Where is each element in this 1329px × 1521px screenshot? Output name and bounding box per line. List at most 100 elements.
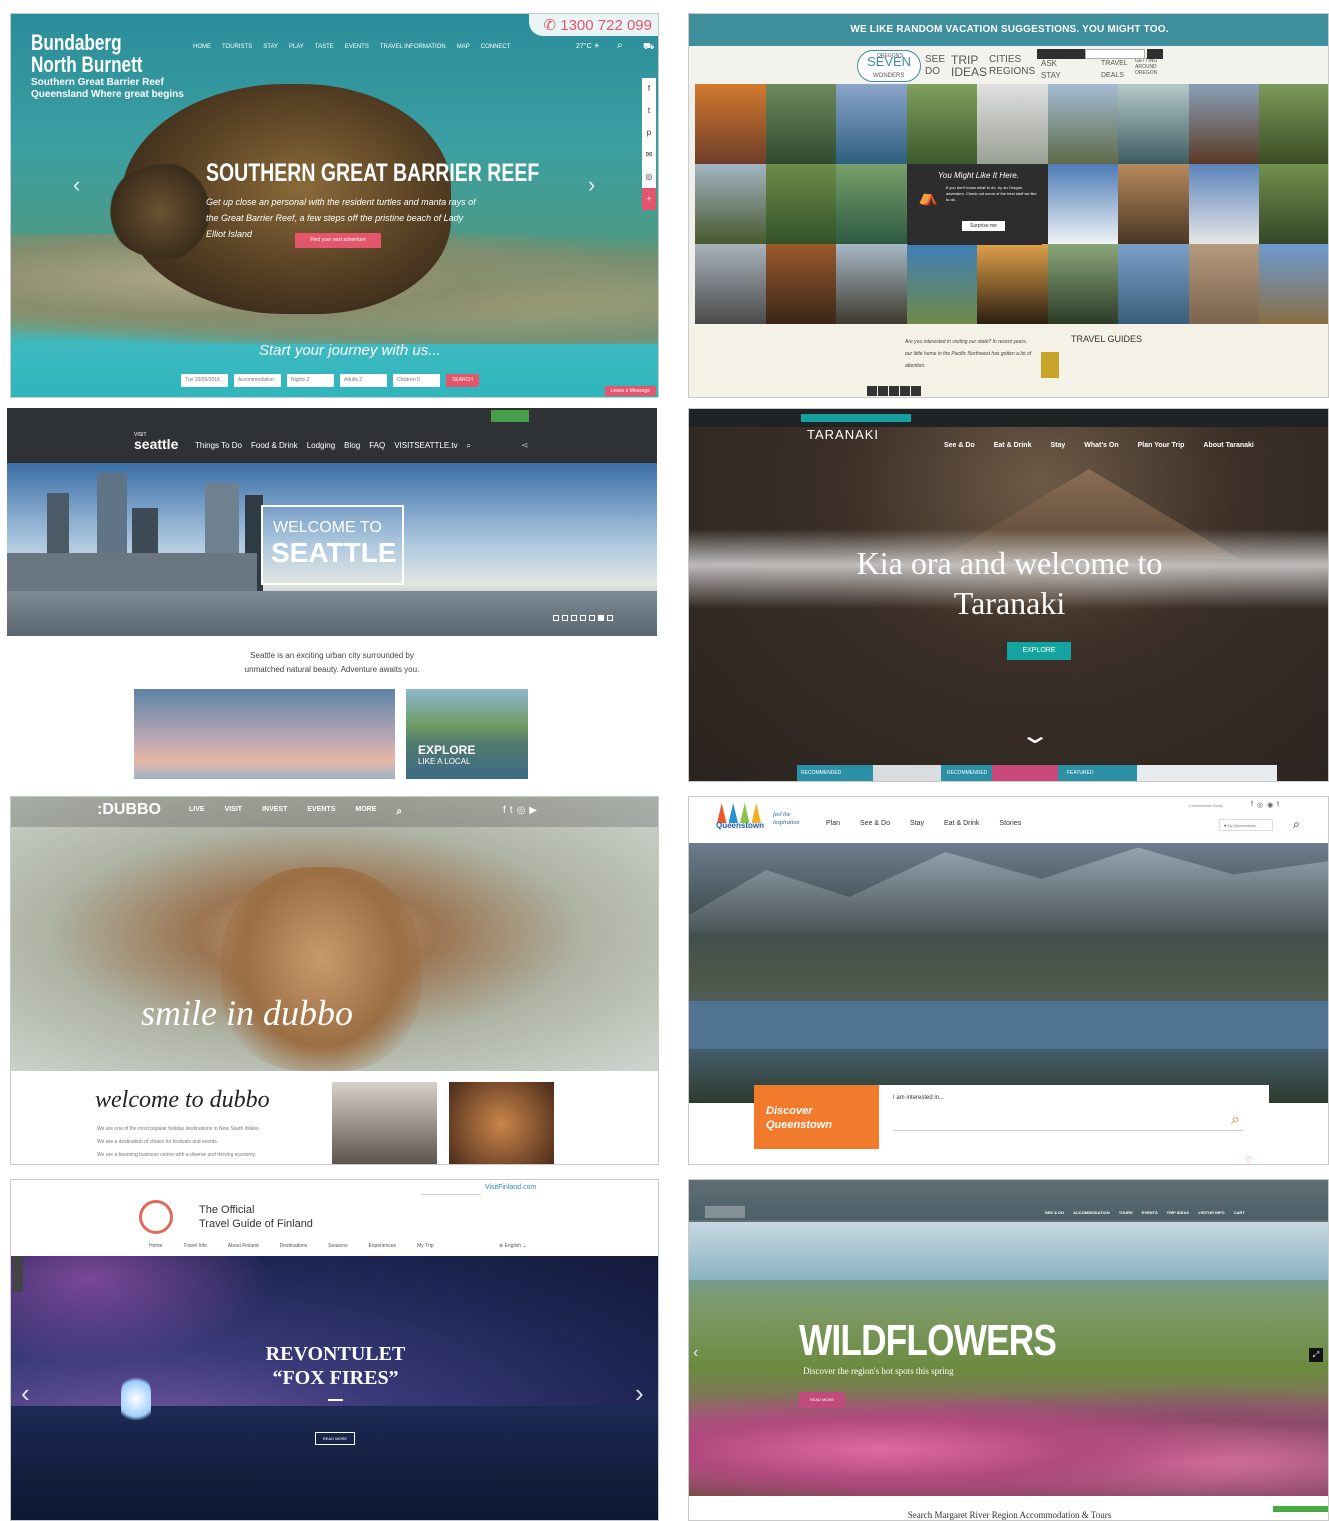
leave-message-button[interactable]: Leave a Message [604, 386, 656, 396]
nav-whats-on[interactable]: What's On [1084, 442, 1118, 449]
photo-tile[interactable] [1118, 84, 1189, 164]
twitter-icon[interactable]: t [1277, 801, 1279, 809]
nav-stay[interactable]: Stay [910, 820, 924, 827]
youtube-icon[interactable]: ▶ [529, 805, 537, 816]
cart-icon[interactable]: ⛟ [643, 41, 654, 53]
twitter-icon[interactable]: t [510, 805, 513, 816]
seaplane-photo[interactable] [134, 689, 395, 779]
nav-live[interactable]: LIVE [189, 806, 205, 817]
interest-input[interactable] [893, 1113, 1243, 1131]
nav-see-do[interactable]: See & Do [860, 820, 890, 827]
carousel-next-icon[interactable]: › [588, 172, 595, 198]
photo-tile[interactable] [695, 84, 766, 164]
read-more-button[interactable]: READ MORE [315, 1432, 355, 1445]
nav-home[interactable]: HOME [193, 44, 211, 50]
photo-tile[interactable] [1259, 84, 1328, 164]
nav-travel-info[interactable]: Travel Info [183, 1243, 206, 1249]
card-image[interactable] [873, 765, 941, 781]
tag-recommended[interactable]: RECOMMENDED [947, 770, 987, 776]
search-icon[interactable]: ⌕ [1231, 1111, 1240, 1129]
photo-tile[interactable] [1118, 244, 1189, 324]
photo-tile[interactable] [1188, 164, 1259, 244]
carousel-dot[interactable] [571, 615, 577, 621]
nav-invest[interactable]: INVEST [262, 806, 287, 817]
photo-tile[interactable] [836, 84, 907, 164]
adventure-button[interactable]: Find your next adventure [295, 233, 381, 248]
tripadvisor-icon[interactable]: ◉ [1267, 801, 1273, 809]
search-icon[interactable]: ⌕ [617, 40, 623, 51]
nav-things-to-do[interactable]: Things To Do [195, 441, 242, 451]
surprise-me-button[interactable]: Surprise me [962, 221, 1005, 231]
nav-cart[interactable]: CART [1234, 1210, 1245, 1215]
seattle-logo[interactable]: seattle [134, 436, 178, 452]
photo-tile[interactable] [1047, 84, 1118, 164]
nav-plan[interactable]: Plan [826, 820, 840, 827]
carousel-dot[interactable] [580, 615, 586, 621]
photo-tile[interactable] [765, 244, 836, 324]
photo-tile[interactable] [765, 84, 836, 164]
chevron-down-icon[interactable]: ⌄ [1019, 721, 1051, 750]
photo-tile[interactable] [977, 244, 1048, 324]
nav-trip-ideas[interactable]: TRIP IDEAS [1167, 1210, 1189, 1215]
nav-accommodation[interactable]: ACCOMMODATION [1073, 1210, 1110, 1215]
queenstown-logo-mark[interactable] [717, 803, 761, 823]
margaret-logo[interactable] [705, 1206, 745, 1218]
nav-events[interactable]: EVENTS [307, 806, 335, 817]
my-queenstown-button[interactable]: ♥ My Queenstown [1219, 819, 1273, 831]
twitter-icon[interactable]: t [642, 100, 656, 122]
facebook-icon[interactable]: f [642, 78, 656, 100]
twitter-icon[interactable] [878, 386, 888, 396]
children-select[interactable]: Children 0 [393, 374, 440, 387]
photo-tile[interactable] [695, 164, 766, 244]
explore-local-tile[interactable]: EXPLORE LIKE A LOCAL [406, 689, 528, 779]
photo-tile[interactable] [1118, 164, 1189, 244]
carousel-dot[interactable] [562, 615, 568, 621]
instagram-icon[interactable] [911, 386, 921, 396]
nav-stay[interactable]: STAY [263, 44, 278, 50]
nav-home[interactable]: Home [149, 1243, 162, 1249]
nav-tours[interactable]: TOURS [1119, 1210, 1133, 1215]
nights-select[interactable]: Nights 2 [287, 374, 334, 387]
nav-tourists[interactable]: TOURISTS [222, 44, 252, 50]
nav-travel-information[interactable]: TRAVEL INFORMATION [380, 44, 446, 50]
nav-seasons[interactable]: Seasons [328, 1243, 347, 1249]
card-image[interactable] [1137, 765, 1277, 781]
share-icon[interactable]: ⋖ [521, 440, 529, 451]
photo-tile[interactable] [695, 244, 766, 324]
instagram-icon[interactable]: ◎ [517, 805, 526, 816]
carousel-dot[interactable] [607, 615, 613, 621]
nav-visitor-info[interactable]: VISITOR INFO [1198, 1210, 1225, 1215]
tag-featured[interactable]: FEATURED [1067, 770, 1094, 776]
plus-icon[interactable]: + [642, 188, 656, 210]
meetings-badge[interactable] [491, 410, 529, 422]
expand-icon[interactable]: ⤢ [1309, 1348, 1323, 1362]
carousel-prev-icon[interactable]: ‹ [693, 1344, 698, 1362]
nav-eat-drink[interactable]: Eat & Drink [994, 442, 1032, 449]
facebook-icon[interactable] [867, 386, 877, 396]
date-field[interactable]: Tue 20/09/2016 [181, 374, 228, 387]
carousel-dot[interactable] [553, 615, 559, 621]
photo-tile[interactable] [906, 84, 977, 164]
dubbo-logo[interactable]: :DUBBO [97, 801, 161, 819]
search-button[interactable]: SEARCH [446, 374, 479, 387]
tag-recommended[interactable]: RECOMMENDED [801, 770, 841, 776]
search-icon[interactable]: ⌕ [467, 441, 471, 451]
nav-events[interactable]: EVENTS [1142, 1210, 1158, 1215]
getting-around-link[interactable]: GETTING AROUND OREGON [1135, 58, 1165, 76]
carousel-prev-icon[interactable]: ‹ [73, 172, 80, 198]
read-more-button[interactable]: READ MORE [799, 1392, 845, 1408]
tripadvisor-icon[interactable]: ◎ [642, 166, 656, 188]
bundaberg-logo[interactable]: Bundaberg North Burnett [31, 32, 143, 76]
photo-tile[interactable] [1047, 164, 1118, 244]
nav-destinations[interactable]: Destinations [280, 1243, 308, 1249]
search-tab[interactable] [1273, 1506, 1328, 1512]
search-icon[interactable]: ⌕ [396, 806, 402, 817]
nav-events[interactable]: EVENTS [345, 44, 369, 50]
nav-food-drink[interactable]: Food & Drink [251, 441, 298, 451]
photo-tile[interactable] [1188, 244, 1259, 324]
card-image[interactable] [992, 765, 1058, 781]
travel-guide-cover[interactable] [1041, 352, 1059, 378]
photo-tile[interactable] [1047, 244, 1118, 324]
ask-stay-link[interactable]: ASK STAY [1041, 58, 1063, 82]
nav-stories[interactable]: Stories [999, 820, 1021, 827]
